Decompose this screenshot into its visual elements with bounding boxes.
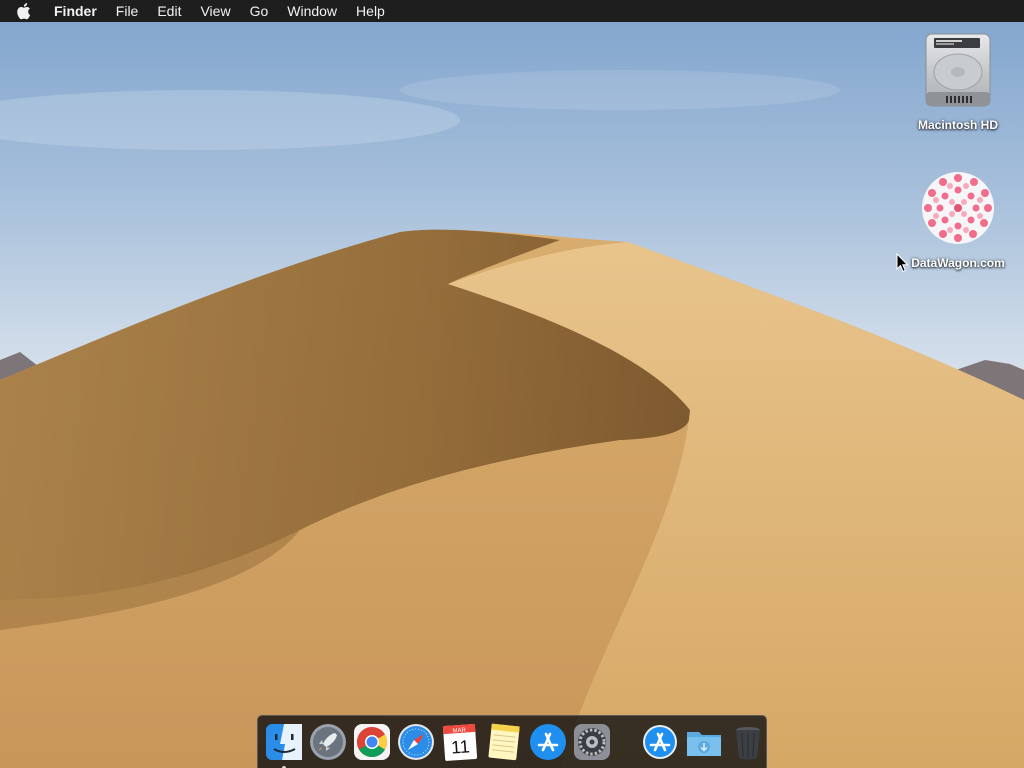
finder-icon [266, 724, 302, 760]
dock-item-safari[interactable] [396, 722, 436, 762]
dock-item-launchpad[interactable] [308, 722, 348, 762]
dock-item-finder[interactable] [264, 722, 304, 768]
mouse-pointer-icon [896, 253, 909, 273]
safari-icon [398, 724, 434, 760]
desktop-icon-label: Macintosh HD [917, 118, 998, 132]
notes-icon [488, 723, 520, 761]
menu-help[interactable]: Help [347, 0, 395, 22]
menu-window[interactable]: Window [278, 0, 347, 22]
menu-edit[interactable]: Edit [148, 0, 191, 22]
dock-item-notes[interactable] [484, 722, 524, 762]
calendar-month: MAR [452, 728, 466, 735]
app-store-download-icon [643, 725, 677, 759]
dock-item-app-store-download[interactable] [640, 722, 680, 762]
dock-item-chrome[interactable] [352, 722, 392, 762]
system-preferences-icon [574, 724, 610, 760]
launchpad-icon [310, 724, 346, 760]
downloads-folder-icon [687, 732, 721, 756]
dock-item-downloads[interactable] [684, 722, 724, 762]
dock-item-app-store[interactable] [528, 722, 568, 762]
menu-app-finder[interactable]: Finder [54, 0, 106, 22]
menu-bar: Finder File Edit View Go Window Help [0, 0, 1024, 22]
desktop-wallpaper [0, 0, 1024, 768]
calendar-day: 11 [450, 736, 470, 757]
trash-icon [736, 727, 760, 760]
desktop-icon-label: DataWagon.com [911, 256, 1005, 270]
hard-drive-icon [918, 30, 998, 110]
desktop-icon-macintosh-hd[interactable]: Macintosh HD [903, 30, 1013, 132]
dock: MAR 11 [257, 715, 767, 768]
menu-go[interactable]: Go [240, 0, 278, 22]
dock-item-system-preferences[interactable] [572, 722, 612, 762]
menu-view[interactable]: View [191, 0, 240, 22]
chrome-icon [354, 724, 390, 760]
app-store-icon [530, 724, 566, 760]
desktop-icon-datawagon[interactable]: DataWagon.com [903, 168, 1013, 270]
calendar-icon: MAR 11 [442, 723, 478, 761]
menu-file[interactable]: File [106, 0, 148, 22]
dock-item-trash[interactable] [728, 722, 768, 762]
floral-image-icon [918, 168, 998, 248]
dock-item-calendar[interactable]: MAR 11 [440, 722, 480, 762]
apple-menu-icon[interactable] [17, 0, 37, 22]
